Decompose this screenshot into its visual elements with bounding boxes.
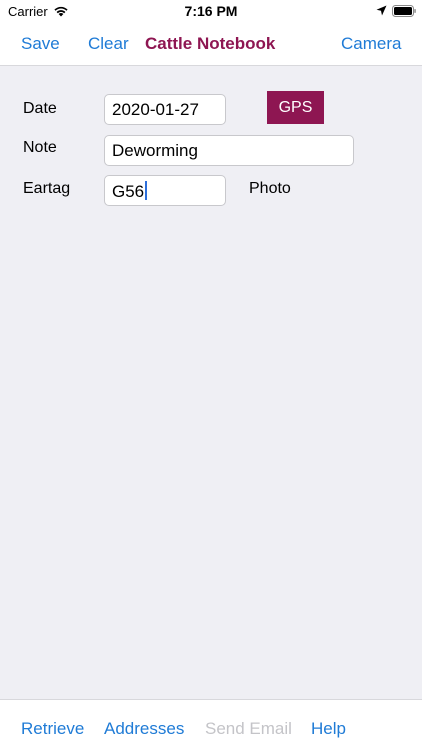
photo-label: Photo bbox=[249, 180, 291, 197]
clear-button[interactable]: Clear bbox=[88, 34, 129, 54]
help-button[interactable]: Help bbox=[311, 719, 346, 739]
form-area: Date 2020-01-27 GPS Note Deworming Earta… bbox=[0, 66, 422, 699]
camera-button[interactable]: Camera bbox=[341, 34, 401, 54]
gps-button[interactable]: GPS bbox=[267, 91, 324, 124]
send-email-button[interactable]: Send Email bbox=[205, 719, 292, 739]
addresses-button[interactable]: Addresses bbox=[104, 719, 184, 739]
bottom-toolbar: Retrieve Addresses Send Email Help bbox=[0, 699, 422, 751]
note-field[interactable]: Deworming bbox=[104, 135, 354, 166]
location-arrow-icon bbox=[376, 5, 387, 16]
eartag-value: G56 bbox=[112, 182, 145, 201]
note-label: Note bbox=[23, 139, 57, 156]
note-value: Deworming bbox=[112, 141, 198, 160]
text-cursor bbox=[145, 181, 148, 200]
status-bar: Carrier 7:16 PM bbox=[0, 0, 422, 22]
eartag-field[interactable]: G56 bbox=[104, 175, 226, 206]
date-label: Date bbox=[23, 100, 57, 117]
battery-icon bbox=[392, 5, 416, 17]
date-value: 2020-01-27 bbox=[112, 100, 199, 119]
status-time: 7:16 PM bbox=[184, 3, 238, 19]
eartag-label: Eartag bbox=[23, 180, 71, 197]
date-field[interactable]: 2020-01-27 bbox=[104, 94, 226, 125]
save-button[interactable]: Save bbox=[21, 34, 60, 54]
retrieve-button[interactable]: Retrieve bbox=[21, 719, 84, 739]
page-title: Cattle Notebook bbox=[145, 34, 276, 53]
navigation-bar: Save Clear Cattle Notebook Camera bbox=[0, 22, 422, 66]
